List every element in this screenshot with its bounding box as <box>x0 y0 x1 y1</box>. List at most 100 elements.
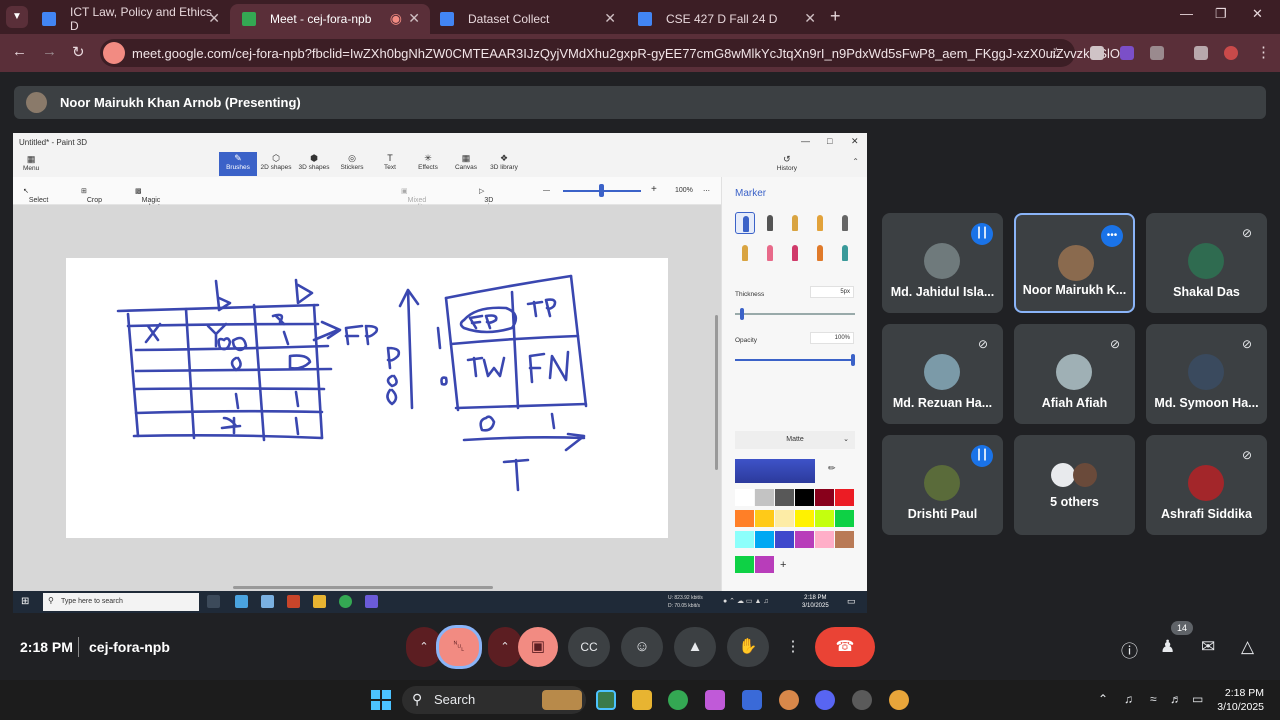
participant-name: Md. Jahidul Isla... <box>890 285 995 299</box>
more-options-icon: ⋯ <box>703 188 710 195</box>
zoom-out-icon: — <box>543 187 550 194</box>
captions-button[interactable]: CC <box>568 627 610 667</box>
tab-search-chevron-icon[interactable]: ▼ <box>6 6 28 28</box>
github-icon[interactable] <box>852 690 872 710</box>
extensions-puzzle-icon[interactable] <box>1150 46 1164 60</box>
taskbar-search[interactable]: ⚲ Search <box>402 686 586 714</box>
color-swatch <box>795 489 814 506</box>
chrome-icon[interactable] <box>668 690 688 710</box>
color-swatch <box>815 531 834 548</box>
raise-hand-button[interactable]: ✋ <box>727 627 769 667</box>
chrome-profile-icon[interactable] <box>889 690 909 710</box>
close-icon[interactable]: ✕ <box>804 10 816 27</box>
participant-tile[interactable]: Ashrafi Siddika ⊘ <box>1146 435 1267 535</box>
minimize-icon[interactable]: — <box>1180 6 1193 21</box>
view-3d-toggle: ▷ 3D view <box>479 188 498 211</box>
discord-icon[interactable] <box>815 690 835 710</box>
participant-tile[interactable]: Md. Symoon Ha... ⊘ <box>1146 324 1267 424</box>
participant-tile[interactable]: Noor Mairukh K... ••• <box>1014 213 1135 313</box>
activities-icon[interactable]: △ <box>1241 637 1254 657</box>
avatar <box>1188 354 1224 390</box>
back-icon[interactable]: ← <box>12 43 27 60</box>
close-icon[interactable]: ✕ <box>604 10 616 27</box>
new-tab-button[interactable]: + <box>830 6 841 27</box>
participant-name: Noor Mairukh K... <box>1022 283 1127 297</box>
meeting-time: 2:18 PM <box>20 639 73 655</box>
participant-tile[interactable]: Md. Rezuan Ha... ⊘ <box>882 324 1003 424</box>
maximize-icon[interactable]: ❐ <box>1215 6 1227 22</box>
app-icon[interactable] <box>779 690 799 710</box>
participant-tile[interactable]: Md. Jahidul Isla... ┃┃ <box>882 213 1003 313</box>
people-count-badge: 14 <box>1171 621 1193 635</box>
cube-icon: ⬢ <box>310 153 318 163</box>
sticker-icon: ◎ <box>348 153 356 163</box>
mic-tray-icon[interactable]: ♫ <box>1124 692 1133 706</box>
reload-icon[interactable]: ↻ <box>72 43 85 61</box>
chrome-icon <box>339 595 352 608</box>
tab-meet[interactable]: Meet - cej-fora-npb ◉ ✕ <box>230 4 430 34</box>
more-options-icon[interactable]: ••• <box>1101 225 1123 247</box>
shared-clock: 2:18 PM 3/10/2025 <box>802 595 829 609</box>
task-view-icon <box>207 595 220 608</box>
participant-tile[interactable]: Afiah Afiah ⊘ <box>1014 324 1135 424</box>
profile-avatar[interactable] <box>1224 46 1238 60</box>
start-button[interactable] <box>371 690 391 710</box>
tab-ict-law[interactable]: ICT Law, Policy and Ethics D ✕ <box>30 4 230 34</box>
tab-cse-427[interactable]: CSE 427 D Fall 24 D ✕ <box>626 4 826 34</box>
more-options-button[interactable]: ⋮ <box>779 627 807 667</box>
emoji-button[interactable]: ☺ <box>621 627 663 667</box>
volume-icon[interactable]: ♬ <box>1170 692 1182 706</box>
close-icon[interactable]: ✕ <box>208 10 220 27</box>
copilot-icon[interactable] <box>705 690 725 710</box>
color-swatch <box>795 510 814 527</box>
color-swatch <box>775 510 794 527</box>
address-bar[interactable]: meet.google.com/cej-fora-npb?fbclid=IwZX… <box>100 39 1129 67</box>
tray-chevron-icon[interactable]: ⌃ <box>1098 692 1108 706</box>
app-icon <box>261 595 274 608</box>
url-text: meet.google.com/cej-fora-npb?fbclid=IwZX… <box>132 46 1130 61</box>
horizontal-scrollbar <box>233 586 493 589</box>
avatar <box>1058 245 1094 281</box>
wifi-icon[interactable]: ≈ <box>1150 692 1157 706</box>
camera-off-button[interactable]: ▣ <box>518 627 558 667</box>
extension-badge-icon[interactable] <box>1120 46 1134 60</box>
download-icon[interactable] <box>1194 46 1208 60</box>
leave-call-button[interactable]: ☎ <box>815 627 875 667</box>
kebab-menu-icon[interactable]: ⋮ <box>1256 43 1271 61</box>
system-tray-icons: ● ⌃ ☁ ▭ ▲ ♫ <box>723 598 769 605</box>
chevron-up-icon: ⌃ <box>852 157 859 166</box>
tool-3d-library: ❖ 3D library <box>485 152 523 176</box>
meeting-info-icon[interactable]: ⓘ <box>1121 637 1138 662</box>
mic-in-use-icon[interactable] <box>103 42 125 64</box>
text-icon: T <box>387 153 393 163</box>
thickness-label: Thickness <box>735 291 765 298</box>
participant-tile[interactable]: Drishti Paul ┃┃ <box>882 435 1003 535</box>
mic-off-icon: ⊘ <box>1241 226 1253 240</box>
chat-icon[interactable]: ✉ <box>1201 637 1215 657</box>
vertical-scrollbar <box>715 315 718 470</box>
close-window-icon[interactable]: ✕ <box>1252 6 1263 22</box>
battery-icon[interactable]: ▭ <box>1192 692 1203 706</box>
participant-name: 5 others <box>1050 495 1099 509</box>
people-icon[interactable]: ♟ <box>1160 637 1175 657</box>
tab-dataset-collect[interactable]: Dataset Collect ✕ <box>428 4 626 34</box>
video-options-chevron-icon[interactable]: ⌃ <box>488 627 522 667</box>
close-icon[interactable]: ✕ <box>408 10 420 27</box>
mic-off-button[interactable]: ␀ <box>436 625 482 669</box>
avatar <box>1051 463 1075 487</box>
participant-tile[interactable]: 5 others <box>1014 435 1135 535</box>
mic-off-icon: ⊘ <box>1241 448 1253 462</box>
store-icon[interactable] <box>742 690 762 710</box>
thickness-knob <box>740 308 744 320</box>
screen-share-icon[interactable] <box>1090 46 1104 60</box>
fill-bucket-brush <box>835 242 855 264</box>
file-explorer-icon[interactable] <box>632 690 652 710</box>
participant-tile[interactable]: Shakal Das ⊘ <box>1146 213 1267 313</box>
bookmark-star-icon[interactable]: ☆ <box>1050 44 1063 62</box>
forward-icon[interactable]: → <box>42 43 57 60</box>
tool-effects: ✳ Effects <box>409 152 447 176</box>
present-button[interactable]: ▲ <box>674 627 716 667</box>
chrome-active-icon[interactable] <box>596 690 616 710</box>
meeting-code: cej-fora-npb <box>89 639 170 655</box>
taskbar-clock[interactable]: 2:18 PM 3/10/2025 <box>1216 686 1264 714</box>
